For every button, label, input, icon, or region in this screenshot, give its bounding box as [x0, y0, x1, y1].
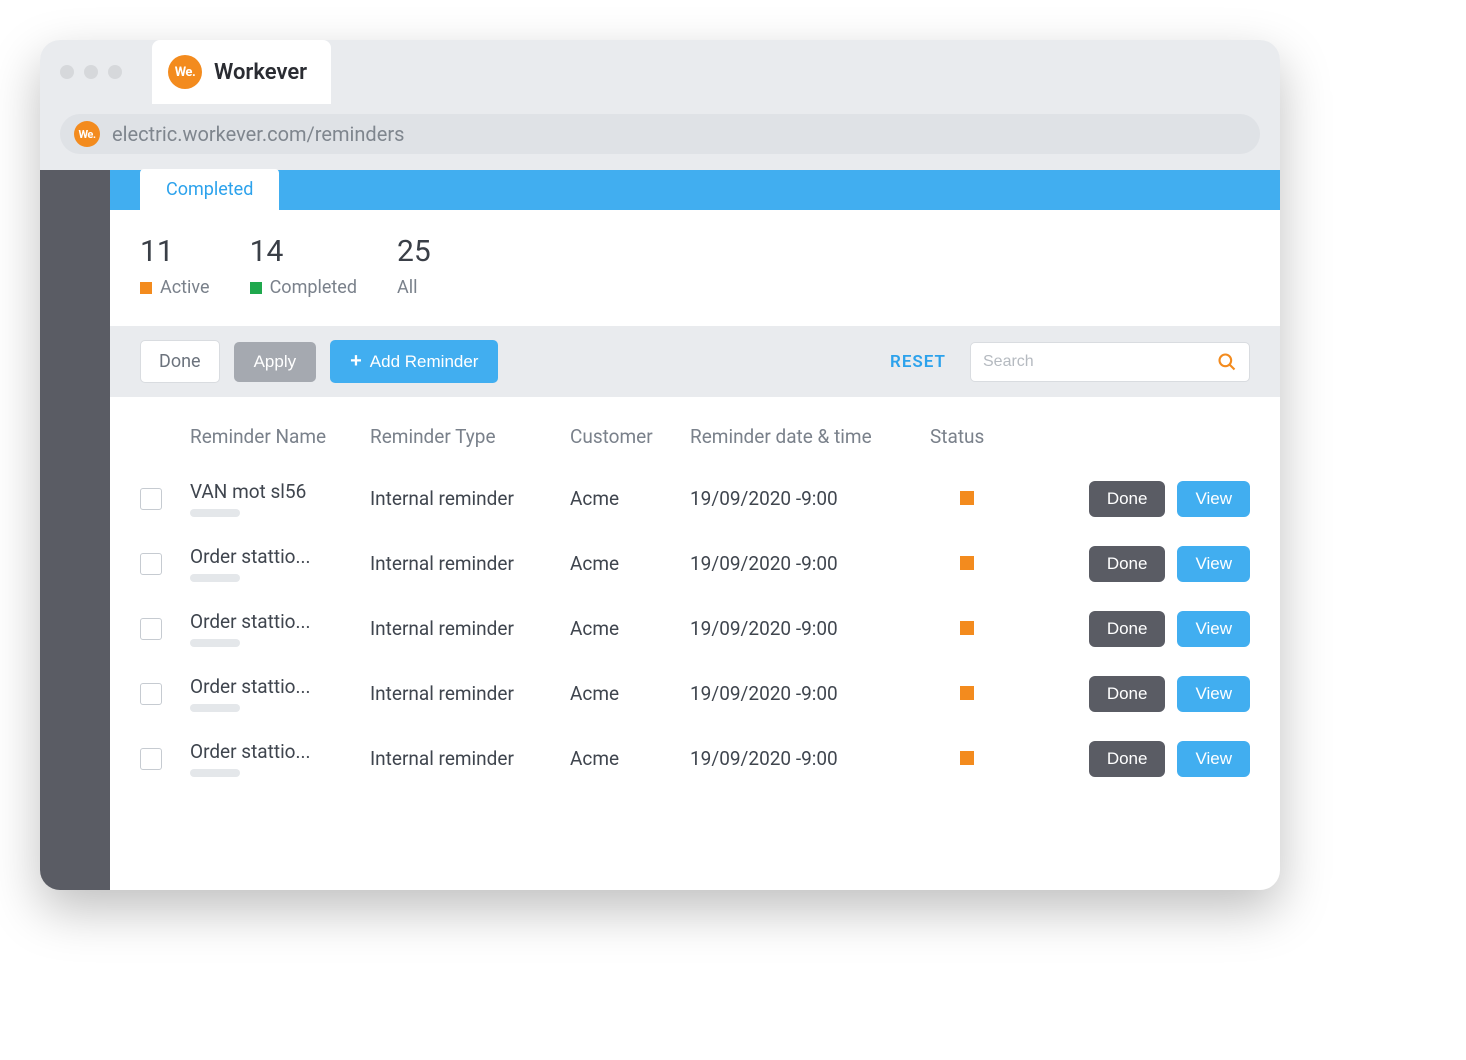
- status-indicator-icon: [960, 556, 974, 570]
- row-subtext-placeholder: [190, 574, 240, 582]
- sidebar: [40, 170, 110, 890]
- row-type: Internal reminder: [370, 552, 570, 575]
- main-area: Completed 11 Active 14 Completed: [110, 170, 1280, 890]
- url-text: electric.workever.com/reminders: [112, 122, 404, 146]
- row-name: Order stattio...: [190, 545, 350, 568]
- stat-completed-label: Completed: [270, 277, 357, 298]
- reset-button[interactable]: RESET: [890, 352, 946, 372]
- add-reminder-label: Add Reminder: [370, 352, 479, 372]
- search-icon: [1217, 352, 1237, 372]
- table-row: Order stattio... Internal reminder Acme …: [140, 726, 1250, 791]
- stat-all-count: 25: [397, 234, 431, 269]
- view-button[interactable]: View: [1177, 741, 1250, 777]
- row-datetime: 19/09/2020 -9:00: [690, 487, 930, 510]
- browser-tab[interactable]: We. Workever: [152, 40, 331, 104]
- row-datetime: 19/09/2020 -9:00: [690, 617, 930, 640]
- table-header-row: Reminder Name Reminder Type Customer Rem…: [140, 415, 1250, 466]
- row-name: Order stattio...: [190, 675, 350, 698]
- site-favicon-icon: We.: [74, 121, 100, 147]
- row-name: Order stattio...: [190, 610, 350, 633]
- search-input[interactable]: [983, 353, 1217, 371]
- row-customer: Acme: [570, 617, 690, 640]
- row-name: VAN mot sl56: [190, 480, 350, 503]
- minimize-window-icon[interactable]: [84, 65, 98, 79]
- row-type: Internal reminder: [370, 747, 570, 770]
- close-window-icon[interactable]: [60, 65, 74, 79]
- row-customer: Acme: [570, 487, 690, 510]
- table-row: Order stattio... Internal reminder Acme …: [140, 531, 1250, 596]
- done-button[interactable]: Done: [1089, 546, 1166, 582]
- tab-favicon-icon: We.: [168, 55, 202, 89]
- active-color-icon: [140, 282, 152, 294]
- stat-active-count: 11: [140, 234, 210, 269]
- row-datetime: 19/09/2020 -9:00: [690, 682, 930, 705]
- stat-all[interactable]: 25 All: [397, 234, 431, 298]
- row-checkbox[interactable]: [140, 748, 162, 770]
- maximize-window-icon[interactable]: [108, 65, 122, 79]
- reminders-table: Reminder Name Reminder Type Customer Rem…: [110, 397, 1280, 821]
- col-customer: Customer: [570, 425, 690, 448]
- status-indicator-icon: [960, 621, 974, 635]
- toolbar: Done Apply + Add Reminder RESET: [110, 326, 1280, 397]
- table-row: Order stattio... Internal reminder Acme …: [140, 661, 1250, 726]
- stat-active-label: Active: [160, 277, 210, 298]
- table-row: VAN mot sl56 Internal reminder Acme 19/0…: [140, 466, 1250, 531]
- row-customer: Acme: [570, 682, 690, 705]
- status-indicator-icon: [960, 686, 974, 700]
- row-checkbox[interactable]: [140, 553, 162, 575]
- stat-completed[interactable]: 14 Completed: [250, 234, 357, 298]
- view-button[interactable]: View: [1177, 481, 1250, 517]
- view-button[interactable]: View: [1177, 676, 1250, 712]
- window-controls: [60, 65, 122, 79]
- done-button[interactable]: Done: [1089, 611, 1166, 647]
- apply-button[interactable]: Apply: [234, 342, 317, 382]
- col-status: Status: [930, 425, 1050, 448]
- plus-icon: +: [350, 350, 362, 373]
- bulk-action-dropdown[interactable]: Done: [140, 340, 220, 383]
- table-row: Order stattio... Internal reminder Acme …: [140, 596, 1250, 661]
- address-bar[interactable]: We. electric.workever.com/reminders: [60, 114, 1260, 154]
- row-type: Internal reminder: [370, 682, 570, 705]
- view-button[interactable]: View: [1177, 611, 1250, 647]
- status-indicator-icon: [960, 751, 974, 765]
- completed-color-icon: [250, 282, 262, 294]
- row-datetime: 19/09/2020 -9:00: [690, 747, 930, 770]
- stat-active[interactable]: 11 Active: [140, 234, 210, 298]
- col-datetime: Reminder date & time: [690, 425, 930, 448]
- row-checkbox[interactable]: [140, 683, 162, 705]
- row-checkbox[interactable]: [140, 488, 162, 510]
- row-customer: Acme: [570, 747, 690, 770]
- row-type: Internal reminder: [370, 617, 570, 640]
- tab-completed[interactable]: Completed: [140, 169, 279, 210]
- tab-title: Workever: [214, 60, 307, 85]
- row-datetime: 19/09/2020 -9:00: [690, 552, 930, 575]
- row-customer: Acme: [570, 552, 690, 575]
- view-button[interactable]: View: [1177, 546, 1250, 582]
- browser-window: We. Workever We. electric.workever.com/r…: [40, 40, 1280, 890]
- row-subtext-placeholder: [190, 639, 240, 647]
- row-type: Internal reminder: [370, 487, 570, 510]
- row-name: Order stattio...: [190, 740, 350, 763]
- search-box[interactable]: [970, 342, 1250, 382]
- status-indicator-icon: [960, 491, 974, 505]
- col-type: Reminder Type: [370, 425, 570, 448]
- add-reminder-button[interactable]: + Add Reminder: [330, 340, 498, 383]
- titlebar: We. Workever: [40, 40, 1280, 104]
- app-content: Completed 11 Active 14 Completed: [40, 170, 1280, 890]
- row-subtext-placeholder: [190, 769, 240, 777]
- stat-all-label: All: [397, 277, 418, 298]
- page-tabs: Completed: [110, 170, 1280, 210]
- row-checkbox[interactable]: [140, 618, 162, 640]
- done-button[interactable]: Done: [1089, 741, 1166, 777]
- done-button[interactable]: Done: [1089, 481, 1166, 517]
- done-button[interactable]: Done: [1089, 676, 1166, 712]
- col-name: Reminder Name: [190, 425, 370, 448]
- row-subtext-placeholder: [190, 509, 240, 517]
- address-bar-area: We. electric.workever.com/reminders: [40, 104, 1280, 170]
- row-subtext-placeholder: [190, 704, 240, 712]
- stat-completed-count: 14: [250, 234, 357, 269]
- stats-row: 11 Active 14 Completed 25 A: [110, 210, 1280, 326]
